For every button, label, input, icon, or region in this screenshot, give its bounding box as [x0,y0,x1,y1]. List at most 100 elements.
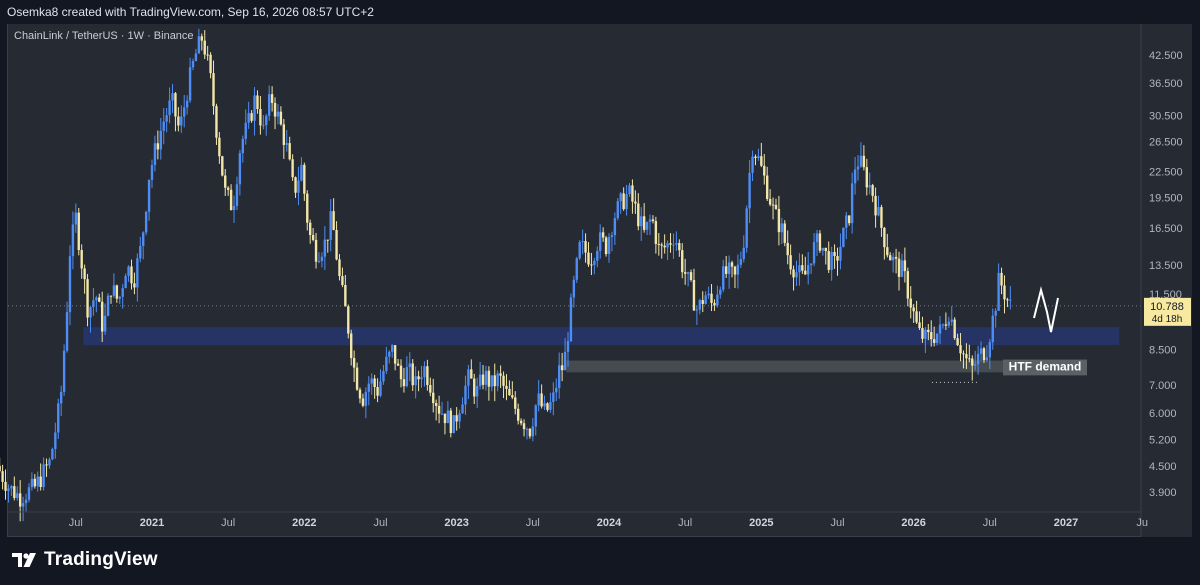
candle-body [27,487,31,500]
candle-body [265,115,268,126]
candle-body [21,503,25,507]
time-tick-label: 2027 [1054,517,1078,529]
candle-body [871,185,874,196]
candle-body [578,242,581,259]
candle-body [109,295,113,297]
candle-body [575,258,578,280]
candle-body [613,218,617,236]
candle-body [783,223,786,243]
current-price-label: 10.788 [1150,301,1184,313]
candle-body [180,116,183,126]
candle-body [226,187,230,190]
candle-body [760,156,763,166]
candle-body [818,233,822,251]
candle-body [338,259,341,277]
candle-body [552,392,555,403]
candle-body [464,385,467,405]
candle-body [355,367,359,390]
candle-body [350,333,353,359]
candle-body [555,387,558,393]
candle-body [7,488,10,491]
candle-body [505,385,508,389]
candle-body [156,143,160,150]
candle-body [628,185,631,195]
candle-body [376,387,379,396]
candle-body [308,222,312,235]
candle-body [364,391,368,406]
candle-body [859,155,863,167]
candle-body [932,339,936,343]
candle-body [291,159,294,178]
candle-body [502,375,505,386]
candle-body [391,345,394,352]
candle-body [593,260,596,265]
candle-body [212,73,215,107]
candle-body [461,404,464,414]
candle-body [596,250,599,261]
candle-body [985,357,989,361]
candle-body [765,175,769,199]
time-tick-label: Jul [526,517,540,529]
candle-body [622,193,625,210]
candle-body [508,388,511,396]
candle-body [634,201,637,204]
candle-body [285,143,288,145]
candle-body [127,266,130,276]
candle-body [396,363,400,366]
price-tick-label: 19.500 [1149,193,1183,205]
candle-body [440,413,444,415]
candle-body [610,235,614,237]
time-tick-label: Jul [830,517,844,529]
candle-body [710,293,713,303]
candle-body [33,478,37,487]
candle-body [976,353,980,365]
candle-body [724,266,728,274]
candle-body [259,109,262,126]
candle-body [303,164,306,194]
candle-body [379,381,382,396]
candle-body [540,393,543,407]
candle-body [147,179,151,212]
candle-body [297,180,300,193]
candle-body [514,397,517,409]
candle-body [241,138,245,154]
time-tick-label: Jul [69,517,83,529]
candle-body [382,371,385,382]
candle-body [836,256,839,261]
candle-body [965,354,968,359]
candle-body [804,270,807,275]
candle-body [54,432,57,449]
candle-body [174,93,177,117]
candle-body [707,293,710,296]
candle-body [971,358,974,366]
candle-body [332,211,335,231]
candle-body [481,374,485,385]
candle-body [815,233,819,243]
candle-body [631,185,634,202]
candle-body [142,232,145,246]
tradingview-brand[interactable]: TradingView [12,549,158,571]
candle-body [139,245,142,259]
time-tick-label: Ju [1136,517,1148,529]
candle-body [698,300,702,310]
candle-body [921,328,924,339]
candle-body [282,124,286,145]
candle-body [675,243,678,245]
candle-body [912,307,915,312]
price-tick-label: 36.500 [1149,78,1183,90]
candle-body [159,130,162,150]
candle-body [587,252,590,265]
candle-body [262,125,265,127]
footer-bar [0,537,1200,585]
candle-body [136,258,139,288]
candle-body [777,208,781,233]
brand-name: TradingView [44,549,158,570]
candlestick-chart[interactable]: HTF demand 3.900 4.500 5.200 6.000 7.000 8.500… [0,0,1200,537]
candle-body [774,204,778,209]
candle-body [651,219,655,222]
candle-body [566,341,570,352]
candle-body [74,212,78,225]
candle-body [853,169,857,184]
candle-body [792,269,795,278]
candle-body [572,279,576,298]
